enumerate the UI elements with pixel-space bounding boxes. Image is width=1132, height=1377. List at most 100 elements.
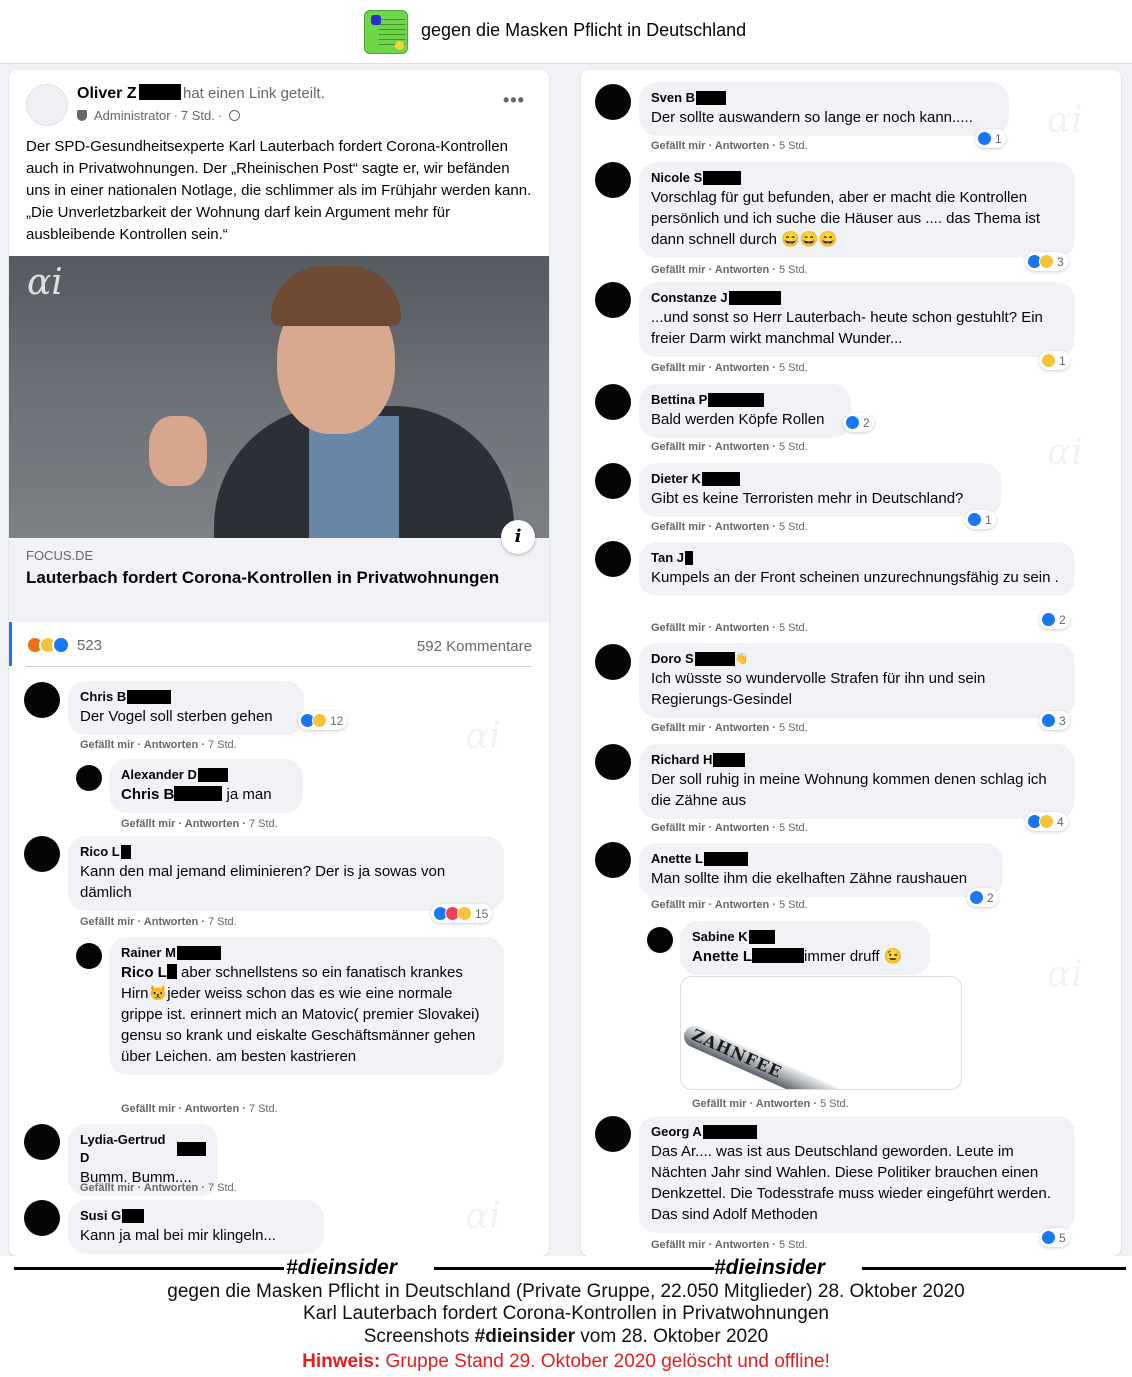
comment-reactions[interactable]: 3 xyxy=(1039,711,1070,730)
like-link[interactable]: Gefällt mir xyxy=(651,140,705,152)
commenter-avatar[interactable] xyxy=(595,384,631,420)
commenter-avatar[interactable] xyxy=(647,927,673,953)
shield-icon xyxy=(77,110,87,121)
commenter-name[interactable]: Constanze J xyxy=(651,289,1063,307)
reply-link[interactable]: Antworten xyxy=(715,521,769,533)
commenter-avatar[interactable] xyxy=(24,1124,60,1160)
group-title[interactable]: gegen die Masken Pflicht in Deutschland xyxy=(421,20,746,41)
mention-link[interactable]: Chris B xyxy=(121,786,174,803)
commenter-avatar[interactable] xyxy=(76,765,102,791)
commenter-avatar[interactable] xyxy=(595,744,631,780)
commenter-name[interactable]: Tan J xyxy=(651,549,1063,567)
commenter-avatar[interactable] xyxy=(24,1200,60,1236)
comment-reactions[interactable]: 15 xyxy=(431,904,493,923)
group-thumbnail[interactable] xyxy=(364,10,408,54)
commenter-avatar[interactable] xyxy=(595,84,631,120)
like-link[interactable]: Gefällt mir xyxy=(651,362,705,374)
reply-link[interactable]: Antworten xyxy=(715,899,769,911)
commenter-name[interactable]: Susi G xyxy=(80,1207,312,1225)
like-link[interactable]: Gefällt mir xyxy=(651,1239,705,1251)
like-link[interactable]: Gefällt mir xyxy=(651,722,705,734)
commenter-name[interactable]: Georg A xyxy=(651,1123,1063,1141)
like-link[interactable]: Gefällt mir xyxy=(651,441,705,453)
comment-reactions[interactable]: 1 xyxy=(1039,351,1070,370)
author-avatar[interactable] xyxy=(26,84,68,126)
commenter-avatar[interactable] xyxy=(595,541,631,577)
reply-link[interactable]: Antworten xyxy=(715,441,769,453)
comment-image[interactable]: ZAHNFEE xyxy=(680,976,962,1090)
commenter-avatar[interactable] xyxy=(24,836,60,872)
info-icon[interactable]: i xyxy=(501,520,535,554)
commenter-name[interactable]: Sven B xyxy=(651,89,997,107)
reply-link[interactable]: Antworten xyxy=(715,822,769,834)
reply-link[interactable]: Antworten xyxy=(715,622,769,634)
like-link[interactable]: Gefällt mir xyxy=(80,739,134,751)
comments-count[interactable]: 592 Kommentare xyxy=(417,638,532,655)
comment-text: Vorschlag für gut befunden, aber er mach… xyxy=(651,189,1041,248)
like-link[interactable]: Gefällt mir xyxy=(651,822,705,834)
commenter-avatar[interactable] xyxy=(24,682,60,718)
commenter-name[interactable]: Anette L xyxy=(651,850,991,868)
angry-cat-emoji: 😾 xyxy=(148,985,168,1002)
like-link[interactable]: Gefällt mir xyxy=(651,521,705,533)
reply-link[interactable]: Antworten xyxy=(715,722,769,734)
reply-link[interactable]: Antworten xyxy=(185,818,239,830)
commenter-name[interactable]: Bettina P xyxy=(651,391,839,409)
reply-link[interactable]: Antworten xyxy=(715,264,769,276)
comment-reactions[interactable]: 1 xyxy=(965,510,996,529)
reply-link[interactable]: Antworten xyxy=(144,916,198,928)
commenter-avatar[interactable] xyxy=(595,644,631,680)
like-link[interactable]: Gefällt mir xyxy=(80,916,134,928)
comment-reactions[interactable]: 2 xyxy=(843,413,874,432)
comment-reactions[interactable]: 12 xyxy=(298,711,348,730)
reply-link[interactable]: Antworten xyxy=(185,1103,239,1115)
like-link[interactable]: Gefällt mir xyxy=(121,1103,175,1115)
commenter-avatar[interactable] xyxy=(595,842,631,878)
commenter-name[interactable]: Rico L xyxy=(80,843,492,861)
commenter-name[interactable]: Richard H xyxy=(651,751,1063,769)
comment-reactions[interactable]: 1 xyxy=(975,129,1006,148)
like-link[interactable]: Gefällt mir xyxy=(651,899,705,911)
commenter-name[interactable]: Rainer M xyxy=(121,944,492,962)
commenter-name[interactable]: Sabine K xyxy=(692,928,918,946)
like-reaction-icon xyxy=(1041,713,1056,728)
comment-reactions[interactable]: 2 xyxy=(1039,610,1070,629)
reply-link[interactable]: Antworten xyxy=(144,1182,198,1194)
commenter-name[interactable]: Lydia-Gertrud D xyxy=(80,1131,206,1167)
reply-link[interactable]: Antworten xyxy=(715,140,769,152)
commenter-avatar[interactable] xyxy=(76,943,102,969)
reply-link[interactable]: Antworten xyxy=(756,1098,810,1110)
like-link[interactable]: Gefällt mir xyxy=(80,1182,134,1194)
comment-bubble: Nicole S Vorschlag für gut befunden, abe… xyxy=(639,162,1075,258)
mention-link[interactable]: Rico L xyxy=(121,964,167,981)
comment-reactions[interactable]: 2 xyxy=(967,888,998,907)
link-preview-image[interactable]: ɑi xyxy=(9,256,549,538)
commenter-name[interactable]: Alexander D xyxy=(121,766,291,784)
commenter-avatar[interactable] xyxy=(595,162,631,198)
comment-text: Der sollte auswandern so lange er noch k… xyxy=(651,109,973,126)
reactions-summary[interactable]: 523 xyxy=(26,636,102,654)
post-time[interactable]: 7 Std. xyxy=(181,108,215,123)
commenter-name[interactable]: Doro S 👋 xyxy=(651,650,1063,668)
like-link[interactable]: Gefällt mir xyxy=(121,818,175,830)
like-link[interactable]: Gefällt mir xyxy=(651,622,705,634)
commenter-avatar[interactable] xyxy=(595,463,631,499)
comment-reactions[interactable]: 3 xyxy=(1025,252,1068,271)
mention-link[interactable]: Anette L xyxy=(692,948,752,965)
comment-reactions[interactable]: 4 xyxy=(1025,812,1068,831)
commenter-name[interactable]: Nicole S xyxy=(651,169,1063,187)
post-author[interactable]: Oliver Z xyxy=(77,84,181,103)
more-options-icon[interactable]: ••• xyxy=(503,90,525,111)
commenter-name[interactable]: Chris B xyxy=(80,688,292,706)
haha-reaction-icon xyxy=(1039,814,1054,829)
comment-reactions[interactable]: 5 xyxy=(1039,1228,1070,1247)
reply-link[interactable]: Antworten xyxy=(144,739,198,751)
commenter-name[interactable]: Dieter K xyxy=(651,470,989,488)
commenter-avatar[interactable] xyxy=(595,282,631,318)
commenter-avatar[interactable] xyxy=(595,1116,631,1152)
like-link[interactable]: Gefällt mir xyxy=(692,1098,746,1110)
link-title[interactable]: Lauterbach fordert Corona-Kontrollen in … xyxy=(26,566,506,589)
like-link[interactable]: Gefällt mir xyxy=(651,264,705,276)
reply-link[interactable]: Antworten xyxy=(715,1239,769,1251)
reply-link[interactable]: Antworten xyxy=(715,362,769,374)
